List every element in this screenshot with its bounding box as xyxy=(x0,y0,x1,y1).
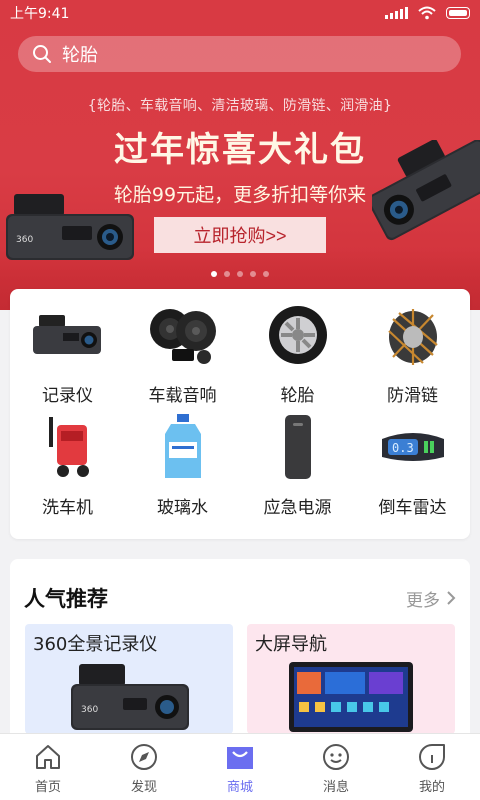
parking-sensor-icon: 0.3 xyxy=(381,433,444,461)
category-label: 玻璃水 xyxy=(157,498,208,518)
tab-label: 首页 xyxy=(34,780,61,795)
tire-icon xyxy=(268,306,327,364)
category-grid: 记录仪 车载音响 轮胎 防滑链 洗车机 玻璃水 应急电源 0.3 倒车雷达 xyxy=(10,289,470,527)
status-bar: 上午9:41 xyxy=(0,0,480,26)
banner-title: 过年惊喜大礼包 xyxy=(114,130,366,170)
svg-text:360: 360 xyxy=(81,705,98,715)
recommend-item-label: 360全景记录仪 xyxy=(33,634,158,655)
bottom-tab-bar: 首页 发现 商城 消息 我的 xyxy=(0,733,480,800)
carousel-dot[interactable] xyxy=(237,271,243,277)
tab-mall[interactable]: 商城 xyxy=(192,734,288,800)
pressure-washer-icon xyxy=(48,417,89,477)
recommend-item-dashcam[interactable]: 360全景记录仪 360 xyxy=(25,624,233,734)
carousel-dots xyxy=(0,271,480,277)
wifi-icon xyxy=(418,6,436,20)
category-item-power-bank[interactable]: 应急电源 xyxy=(240,415,355,527)
battery-icon xyxy=(446,7,470,19)
search-icon xyxy=(33,45,51,63)
washer-fluid-icon xyxy=(164,414,201,478)
category-label: 洗车机 xyxy=(42,498,93,518)
dashcam-icon xyxy=(32,315,101,354)
category-item-parking-sensor[interactable]: 0.3 倒车雷达 xyxy=(355,415,470,527)
category-item-snow-chain[interactable]: 防滑链 xyxy=(355,303,470,415)
tab-home[interactable]: 首页 xyxy=(0,734,96,800)
category-label: 应急电源 xyxy=(263,498,332,518)
category-item-pressure-washer[interactable]: 洗车机 xyxy=(10,415,125,527)
category-item-speaker[interactable]: 车载音响 xyxy=(125,303,240,415)
speaker-icon xyxy=(149,309,216,364)
more-label: 更多 xyxy=(406,590,440,611)
carousel-dot[interactable] xyxy=(224,271,230,277)
recommend-item-label: 大屏导航 xyxy=(255,634,327,655)
banner-tags: {轮胎、车载音响、清洁玻璃、防滑链、润滑油} xyxy=(87,98,393,114)
more-link[interactable]: 更多 xyxy=(406,586,456,611)
chevron-right-icon xyxy=(447,591,456,605)
carousel-dot[interactable] xyxy=(250,271,256,277)
category-item-dashcam[interactable]: 记录仪 xyxy=(10,303,125,415)
category-label: 轮胎 xyxy=(280,386,315,406)
tab-messages[interactable]: 消息 xyxy=(288,734,384,800)
svg-text:0.3: 0.3 xyxy=(392,441,414,455)
signal-icon xyxy=(385,7,408,19)
power-bank-icon xyxy=(284,415,311,479)
compass-icon xyxy=(131,744,157,770)
recommend-title: 人气推荐 xyxy=(24,587,108,611)
snow-chain-icon xyxy=(387,309,438,365)
category-label: 倒车雷达 xyxy=(378,498,447,518)
search-bar[interactable]: 轮胎 xyxy=(18,36,461,72)
search-input[interactable]: 轮胎 xyxy=(62,41,98,67)
category-label: 记录仪 xyxy=(42,386,93,406)
profile-icon xyxy=(419,744,445,770)
tab-profile[interactable]: 我的 xyxy=(384,734,480,800)
promo-banner[interactable]: 上午9:41 轮胎 360 {轮胎、车载音响、清洁玻璃、防滑链、润滑油} 过年惊… xyxy=(0,0,480,310)
tab-label: 商城 xyxy=(226,780,253,795)
carousel-dot[interactable] xyxy=(211,271,217,277)
category-item-tire[interactable]: 轮胎 xyxy=(240,303,355,415)
shopping-bag-icon xyxy=(227,747,253,769)
buy-now-button[interactable]: 立即抢购>> xyxy=(154,217,326,253)
tab-label: 发现 xyxy=(130,780,157,795)
tab-discover[interactable]: 发现 xyxy=(96,734,192,800)
recommend-item-navigation[interactable]: 大屏导航 xyxy=(247,624,455,734)
category-label: 防滑链 xyxy=(387,386,438,406)
tab-label: 我的 xyxy=(418,780,445,795)
carousel-dot[interactable] xyxy=(263,271,269,277)
svg-text:360: 360 xyxy=(16,235,33,245)
dashcam-product-image: 360 xyxy=(71,664,189,730)
recommend-card: 人气推荐 更多 360全景记录仪 360 大屏导航 xyxy=(10,559,470,759)
banner-subtitle: 轮胎99元起，更多折扣等你来 xyxy=(113,184,367,206)
recommend-header: 人气推荐 更多 xyxy=(24,583,456,613)
category-item-washer-fluid[interactable]: 玻璃水 xyxy=(125,414,240,527)
status-indicators xyxy=(385,6,470,20)
navigation-screen-image xyxy=(289,662,413,732)
tab-label: 消息 xyxy=(322,780,349,795)
status-time: 上午9:41 xyxy=(10,6,70,22)
category-card: 记录仪 车载音响 轮胎 防滑链 洗车机 玻璃水 应急电源 0.3 倒车雷达 xyxy=(10,289,470,539)
chat-icon xyxy=(323,744,349,770)
category-label: 车载音响 xyxy=(148,386,217,406)
home-icon xyxy=(36,745,60,769)
